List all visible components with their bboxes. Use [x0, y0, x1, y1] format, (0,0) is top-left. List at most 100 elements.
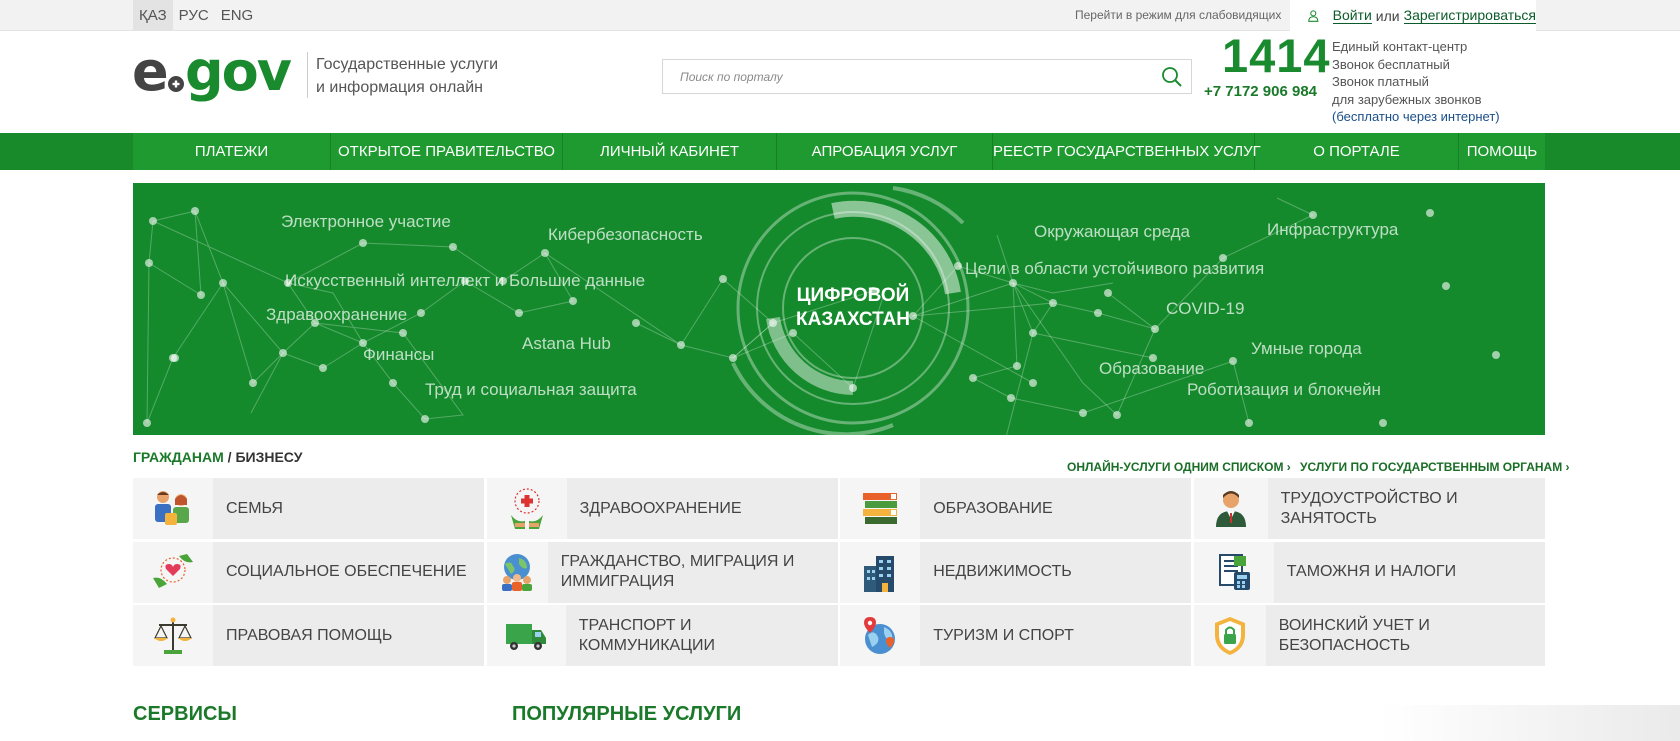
- contact-phone-short[interactable]: 1414: [1222, 28, 1331, 83]
- svg-text:e: e: [132, 44, 167, 103]
- tagline-line-1: Государственные услуги: [316, 56, 499, 73]
- online-services-list-label: ОНЛАЙН-УСЛУГИ ОДНИМ СПИСКОМ: [1067, 460, 1284, 474]
- banner-word: Astana Hub: [522, 334, 611, 353]
- nav-personal-cabinet[interactable]: ЛИЧНЫЙ КАБИНЕТ: [563, 133, 777, 170]
- banner-word: Кибербезопасность: [548, 225, 703, 244]
- banner-title: ЦИФРОВОЙ КАЗАХСТАН: [773, 284, 933, 332]
- banner-word: Роботизация и блокчейн: [1187, 380, 1381, 399]
- category-tourism-sport[interactable]: ТУРИЗМ И СПОРТ: [840, 605, 1192, 667]
- svg-text:gov: gov: [185, 44, 292, 103]
- nav-services-registry[interactable]: РЕЕСТР ГОСУДАРСТВЕННЫХ УСЛУГ: [993, 133, 1261, 170]
- category-military-security[interactable]: ВОИНСКИЙ УЧЕТ И БЕЗОПАСНОСТЬ: [1193, 605, 1545, 667]
- site-tagline: Государственные услуги и информация онла…: [316, 53, 498, 99]
- tab-business[interactable]: БИЗНЕСУ: [235, 449, 302, 465]
- scales-icon: [154, 617, 192, 654]
- heart-hands-icon: [153, 554, 193, 589]
- category-healthcare[interactable]: ЗДРАВООХРАНЕНИЕ: [486, 478, 838, 539]
- category-grid: СЕМЬЯ ЗДРАВООХРАНЕНИЕ ОБРАЗОВАНИЕ ТРУДОУ…: [133, 478, 1545, 667]
- bottom-shadow: [1380, 705, 1680, 741]
- user-icon: [1308, 9, 1319, 22]
- search-icon[interactable]: [1161, 66, 1183, 88]
- nav-about-portal[interactable]: О ПОРТАЛЕ: [1255, 133, 1459, 170]
- banner-word: Труд и социальная защита: [425, 380, 637, 399]
- services-by-agency-label: УСЛУГИ ПО ГОСУДАРСТВЕННЫМ ОРГАНАМ: [1300, 460, 1563, 474]
- category-family[interactable]: СЕМЬЯ: [133, 478, 484, 539]
- banner-word: Цели в области устойчивого развития: [965, 259, 1265, 278]
- category-label: ТАМОЖНЯ И НАЛОГИ: [1286, 563, 1457, 581]
- tab-citizens[interactable]: ГРАЖДАНАМ: [133, 449, 224, 465]
- or-text: или: [1375, 7, 1400, 24]
- category-real-estate[interactable]: НЕДВИЖИМОСТЬ: [840, 541, 1192, 603]
- category-legal-aid[interactable]: ПРАВОВАЯ ПОМОЩЬ: [133, 605, 484, 667]
- category-label: ПРАВОВАЯ ПОМОЩЬ: [226, 626, 393, 644]
- language-switcher: ҚАЗ РУС ENG: [133, 0, 259, 31]
- shield-lock-icon: [1214, 616, 1245, 655]
- popular-services-heading: ПОПУЛЯРНЫЕ УСЛУГИ: [512, 703, 742, 725]
- category-employment[interactable]: ТРУДОУСТРОЙСТВО И ЗАНЯТОСТЬ: [1193, 478, 1545, 539]
- low-vision-link[interactable]: Перейти в режим для слабовидящих: [1075, 0, 1281, 31]
- online-services-list-link[interactable]: ОНЛАЙН-УСЛУГИ ОДНИМ СПИСКОМ ›: [1067, 460, 1291, 474]
- contact-line: Звонок бесплатный: [1332, 56, 1450, 72]
- employee-icon: [1215, 490, 1246, 527]
- banner-word: Здравоохранение: [266, 305, 408, 324]
- category-label: ГРАЖДАНСТВО, МИГРАЦИЯ И ИММИГРАЦИЯ: [560, 553, 795, 591]
- contact-line: Звонок платный: [1332, 74, 1429, 90]
- healthcare-icon: [510, 487, 543, 529]
- category-label: ТУРИЗМ И СПОРТ: [933, 626, 1074, 644]
- family-icon: [155, 490, 189, 525]
- banner-word: Инфраструктура: [1267, 220, 1399, 239]
- services-by-agency-link[interactable]: УСЛУГИ ПО ГОСУДАРСТВЕННЫМ ОРГАНАМ ›: [1300, 460, 1570, 474]
- logo-divider: [307, 52, 308, 98]
- banner-word: Образование: [1099, 359, 1205, 378]
- banner-word: COVID-19: [1166, 299, 1245, 318]
- category-education[interactable]: ОБРАЗОВАНИЕ: [840, 478, 1192, 539]
- lang-kaz[interactable]: ҚАЗ: [133, 0, 173, 31]
- banner-word: Финансы: [363, 345, 435, 364]
- tab-separator: /: [227, 449, 232, 465]
- nav-service-testing[interactable]: АПРОБАЦИЯ УСЛУГ: [777, 133, 993, 170]
- nav-help[interactable]: ПОМОЩЬ: [1459, 133, 1545, 170]
- category-social-security[interactable]: СОЦИАЛЬНОЕ ОБЕСПЕЧЕНИЕ: [133, 541, 484, 603]
- free-internet-call-link[interactable]: (бесплатно через интернет): [1332, 108, 1500, 126]
- category-label: ВОИНСКИЙ УЧЕТ И БЕЗОПАСНОСТЬ: [1278, 616, 1430, 654]
- search-input[interactable]: [663, 60, 1143, 93]
- contact-line: для зарубежных звонков: [1332, 91, 1482, 107]
- category-citizenship-migration[interactable]: ГРАЖДАНСТВО, МИГРАЦИЯ И ИММИГРАЦИЯ: [486, 541, 838, 603]
- building-icon: [864, 556, 895, 593]
- lang-eng[interactable]: ENG: [215, 0, 260, 31]
- nav-open-government[interactable]: ОТКРЫТОЕ ПРАВИТЕЛЬСТВО: [331, 133, 563, 170]
- category-label: СОЦИАЛЬНОЕ ОБЕСПЕЧЕНИЕ: [226, 563, 467, 581]
- lang-rus[interactable]: РУС: [173, 0, 215, 31]
- audience-tabs: ГРАЖДАНАМ / БИЗНЕСУ: [133, 449, 302, 465]
- globe-people-icon: [502, 554, 533, 592]
- tagline-line-2: и информация онлайн: [316, 79, 483, 96]
- category-transport[interactable]: ТРАНСПОРТ И КОММУНИКАЦИИ: [486, 605, 838, 667]
- truck-icon: [506, 623, 547, 650]
- banner-word: Умные города: [1251, 339, 1362, 358]
- auth-panel: Войти или Зарегистрироваться: [1290, 0, 1536, 31]
- banner-title-line-1: ЦИФРОВОЙ: [796, 285, 910, 306]
- category-label: СЕМЬЯ: [226, 499, 283, 517]
- banner-word: Окружающая среда: [1034, 222, 1190, 241]
- banner-word: Электронное участие: [281, 212, 451, 231]
- search-box: [662, 59, 1192, 94]
- contact-phone-full[interactable]: +7 7172 906 984: [1204, 83, 1317, 100]
- register-link[interactable]: Зарегистрироваться: [1403, 7, 1536, 24]
- digital-kazakhstan-banner[interactable]: Электронное участие Кибербезопасность Ис…: [133, 183, 1545, 435]
- category-label: ТРУДОУСТРОЙСТВО И ЗАНЯТОСТЬ: [1280, 489, 1458, 527]
- category-label: ОБРАЗОВАНИЕ: [933, 499, 1053, 517]
- top-bar: ҚАЗ РУС ENG Перейти в режим для слабовид…: [0, 0, 1680, 31]
- main-nav: ПЛАТЕЖИ ОТКРЫТОЕ ПРАВИТЕЛЬСТВО ЛИЧНЫЙ КА…: [0, 133, 1680, 170]
- tax-document-icon: [1218, 554, 1250, 591]
- login-link[interactable]: Войти: [1332, 7, 1372, 24]
- banner-word: Искусственный интеллект и Большие данные: [285, 271, 646, 290]
- egov-logo[interactable]: e gov: [132, 44, 298, 106]
- contact-line: Единый контакт-центр: [1332, 39, 1468, 54]
- category-label: ТРАНСПОРТ И КОММУНИКАЦИИ: [578, 616, 716, 654]
- contact-info: Единый контакт-центр Звонок бесплатный З…: [1332, 38, 1500, 126]
- globe-pin-icon: [864, 616, 896, 654]
- category-label: ЗДРАВООХРАНЕНИЕ: [579, 499, 742, 517]
- nav-payments[interactable]: ПЛАТЕЖИ: [133, 133, 331, 170]
- banner-title-line-2: КАЗАХСТАН: [796, 309, 910, 330]
- category-customs-taxes[interactable]: ТАМОЖНЯ И НАЛОГИ: [1193, 541, 1545, 603]
